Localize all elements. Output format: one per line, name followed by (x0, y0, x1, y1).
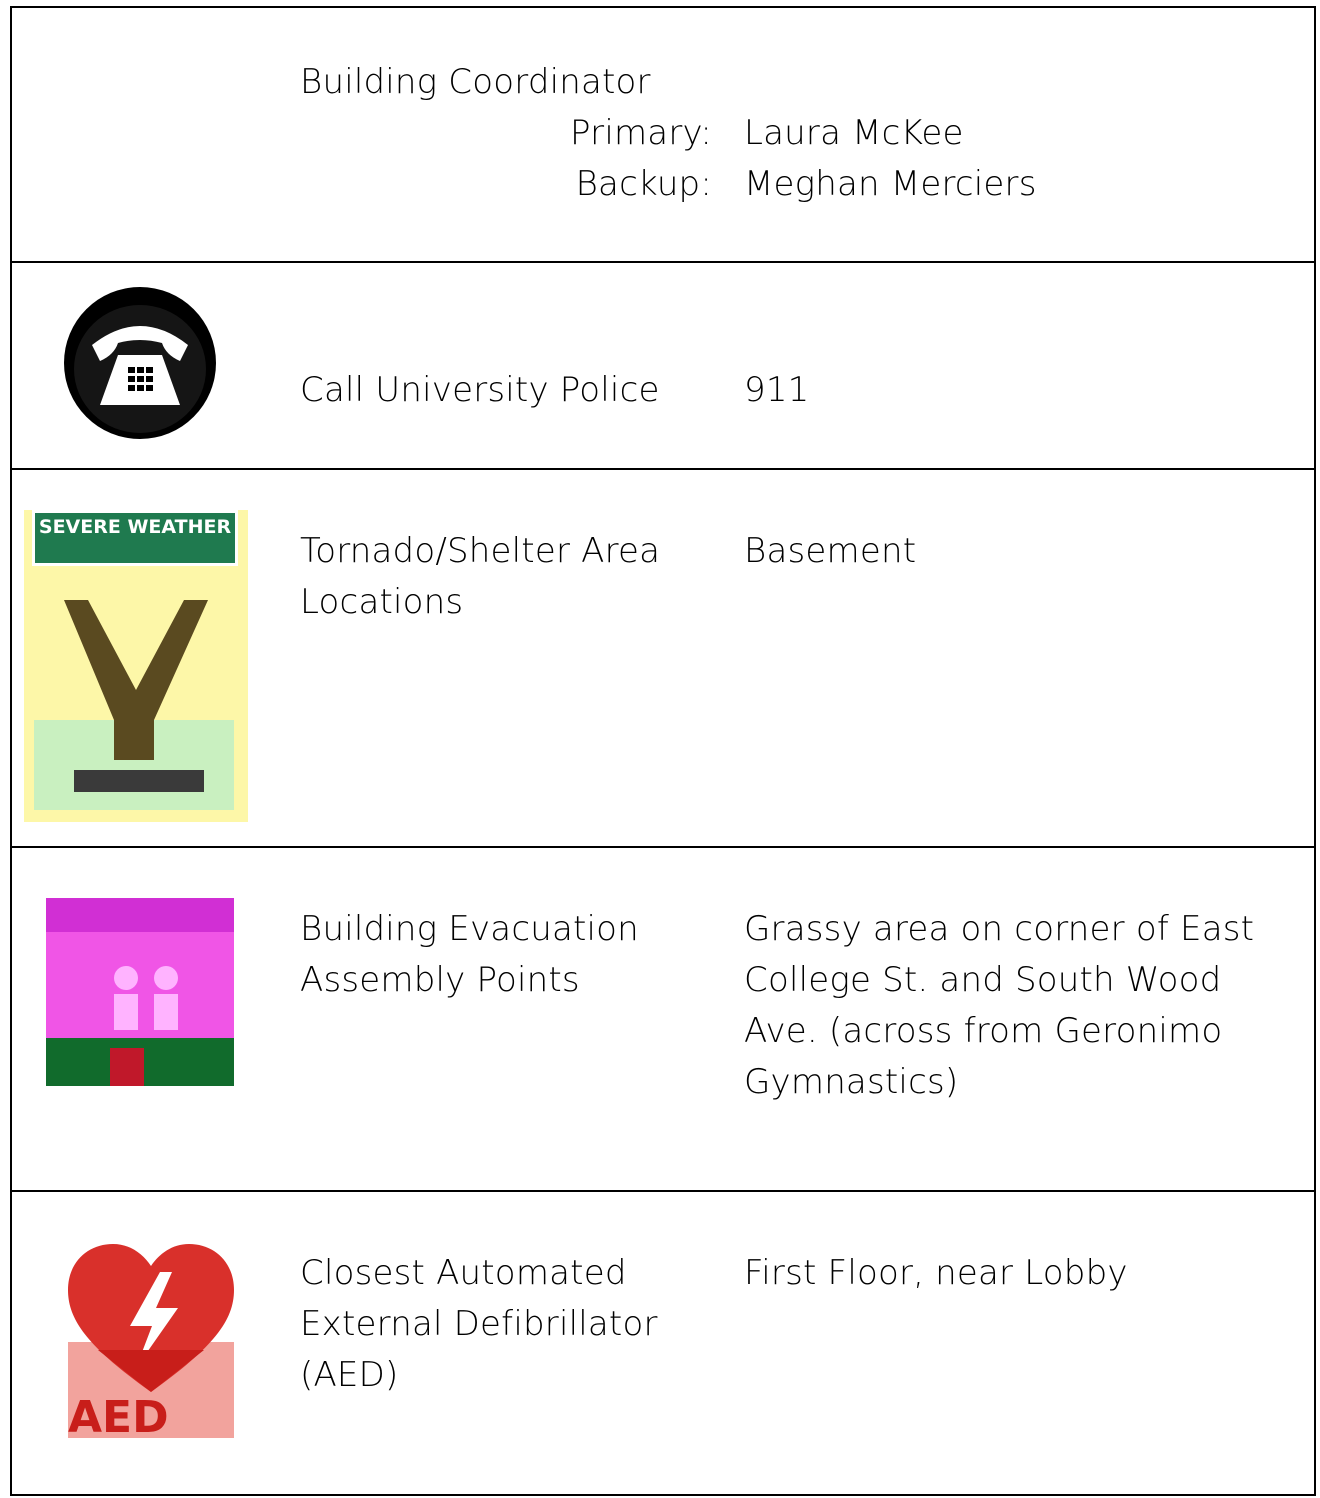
evacuation-label: Building Evacuation Assembly Points (300, 909, 639, 1000)
evacuation-location: Grassy area on corner of East College St… (744, 909, 1255, 1102)
emergency-info-table: Building Coordinator Primary: Laura McKe… (10, 6, 1316, 1496)
aed-heart-icon: AED (68, 1244, 234, 1442)
tornado-location: Basement (744, 531, 917, 571)
aed-label: Closest Automated External Defibrillator… (300, 1253, 658, 1395)
police-row: Call University Police 911 (12, 263, 1314, 470)
tornado-row: SEVERE WEATHER Tornado/Shelter Area Loca… (12, 470, 1314, 848)
evacuation-row: Building Evacuation Assembly Points Gras… (12, 848, 1314, 1192)
police-number: 911 (744, 370, 810, 410)
weather-sign-header: SEVERE WEATHER (32, 510, 238, 566)
police-label: Call University Police (300, 370, 660, 410)
backup-label: Backup: (575, 164, 712, 204)
coordinator-row: Building Coordinator Primary: Laura McKe… (12, 8, 1314, 263)
severe-weather-sign-icon: SEVERE WEATHER (24, 510, 248, 822)
primary-name: Laura McKee (744, 113, 964, 153)
tornado-label: Tornado/Shelter Area Locations (300, 531, 661, 622)
telephone-icon (64, 287, 216, 439)
evacuation-assembly-icon (46, 898, 234, 1086)
aed-text: AED (68, 1392, 169, 1442)
backup-name: Meghan Merciers (744, 164, 1037, 204)
aed-row: AED Closest Automated External Defibrill… (12, 1192, 1314, 1498)
primary-label: Primary: (570, 113, 712, 153)
aed-location: First Floor, near Lobby (744, 1253, 1128, 1293)
coordinator-title: Building Coordinator (300, 62, 651, 102)
